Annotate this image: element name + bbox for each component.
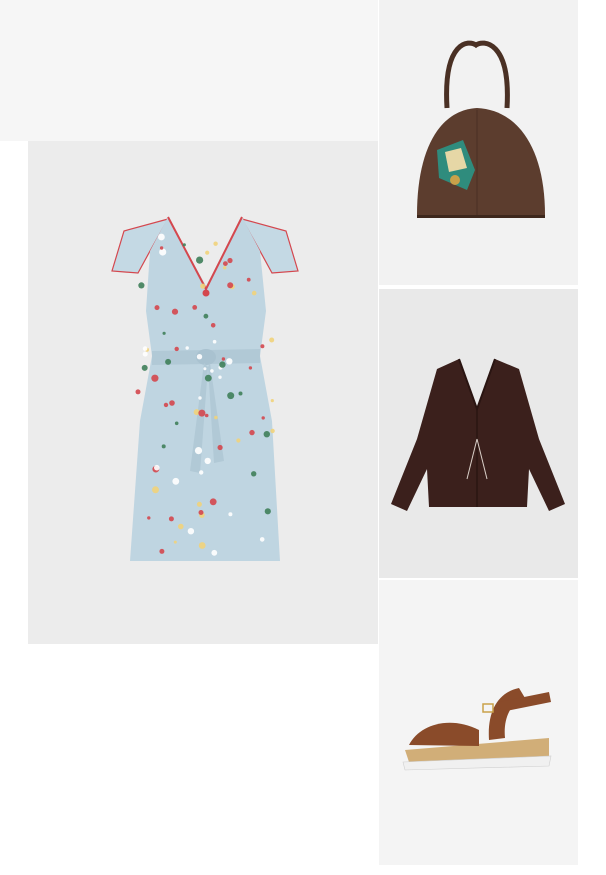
flower-print-dot (158, 233, 165, 241)
flower-print-dot (228, 512, 233, 517)
product-tile-sandal[interactable] (379, 580, 578, 865)
flower-print-dot (227, 392, 235, 400)
flower-print-dot (171, 308, 179, 315)
flower-print-dot (246, 277, 251, 282)
dark-leather-jacket-image (391, 358, 565, 511)
flower-print-dot (135, 389, 141, 395)
flower-print-dot (198, 542, 206, 549)
flower-print-dot (261, 416, 265, 420)
flower-print-dot (204, 413, 209, 418)
flower-print-dot (196, 501, 202, 507)
flower-print-dot (203, 313, 209, 319)
flower-print-dot (152, 486, 159, 494)
product-tile-dress[interactable] (28, 141, 378, 644)
flower-print-dot (236, 438, 241, 443)
flower-print-dot (204, 374, 212, 382)
flower-print-dot (203, 367, 207, 371)
flower-print-dot (198, 396, 202, 400)
flower-print-dot (223, 266, 227, 270)
flower-print-dot (263, 431, 270, 438)
flower-print-dot (196, 354, 203, 360)
floral-mini-dress-image (111, 216, 299, 561)
flower-print-dot (264, 508, 271, 515)
flower-print-dot (141, 364, 148, 371)
flower-print-dot (159, 246, 164, 250)
flower-print-dot (168, 516, 174, 522)
blank-panel-top-left (0, 0, 378, 141)
flower-print-dot (182, 243, 186, 247)
flower-print-dot (260, 344, 265, 349)
flower-print-dot (248, 366, 253, 370)
flower-print-dot (174, 421, 179, 426)
flower-print-dot (270, 428, 275, 434)
flower-print-dot (173, 540, 177, 544)
flower-print-dot (205, 250, 210, 255)
flower-print-dot (269, 337, 275, 343)
flower-print-dot (138, 282, 145, 289)
flower-print-dot (199, 470, 204, 475)
brown-leather-handbag-image (417, 40, 545, 218)
flower-print-dot (204, 457, 211, 465)
flower-print-dot (227, 282, 234, 289)
flower-print-dot (210, 369, 214, 373)
brown-platform-sandal-image (402, 688, 552, 771)
flower-print-dot (198, 510, 204, 515)
flower-print-dot (259, 537, 265, 542)
flower-print-dot (251, 471, 257, 477)
flower-print-dot (159, 548, 165, 554)
product-tile-bag[interactable] (379, 0, 578, 285)
flower-print-dot (217, 444, 223, 451)
flower-print-dot (270, 399, 274, 403)
flower-print-dot (154, 464, 160, 471)
flower-print-dot (154, 305, 160, 311)
flower-print-dot (227, 257, 233, 264)
flower-print-dot (151, 374, 159, 382)
flower-print-dot (211, 549, 218, 556)
flower-print-dot (221, 357, 226, 361)
flower-print-dot (238, 391, 243, 396)
flower-print-dot (162, 331, 166, 335)
flower-print-dot (169, 400, 175, 406)
flower-print-dot (196, 256, 204, 264)
flower-print-dot (198, 409, 206, 417)
flower-print-dot (165, 358, 172, 365)
flower-print-dot (226, 358, 233, 365)
flower-print-dot (223, 261, 228, 266)
flower-print-dot (194, 447, 203, 455)
flower-print-dot (163, 402, 169, 408)
flower-print-dot (142, 346, 148, 351)
flower-print-dot (209, 498, 217, 506)
flower-print-dot (214, 415, 218, 420)
flower-print-dot (147, 516, 151, 520)
flower-print-dot (200, 283, 206, 289)
product-tile-jacket[interactable] (379, 289, 578, 578)
flower-print-dot (213, 241, 218, 246)
flower-print-dot (142, 351, 148, 357)
flower-print-dot (174, 346, 179, 352)
flower-print-dot (172, 477, 180, 485)
flower-print-dot (210, 323, 216, 328)
flower-print-dot (161, 444, 166, 449)
flower-print-dot (159, 248, 167, 256)
flower-print-dot (219, 361, 226, 368)
flower-print-dot (185, 346, 189, 350)
flower-print-dot (187, 528, 195, 535)
flower-print-dot (178, 523, 184, 530)
flower-print-dot (251, 290, 257, 296)
flower-print-dot (218, 375, 222, 379)
flower-print-dot (212, 339, 217, 344)
flower-print-dot (192, 305, 198, 310)
flower-print-dot (249, 429, 255, 436)
